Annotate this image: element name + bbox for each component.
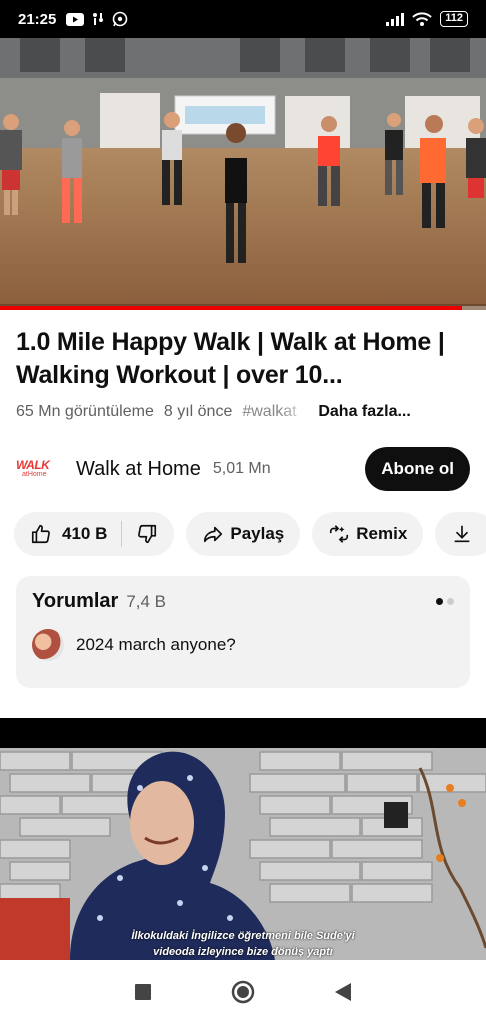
video-progress-fill: [0, 306, 462, 310]
wifi-icon: [412, 12, 432, 26]
view-count: 65 Mn görüntüleme: [16, 403, 154, 420]
next-video-thumbnail: [0, 718, 486, 960]
subscriber-count: 5,01 Mn: [212, 460, 271, 477]
like-button[interactable]: 410 B: [30, 521, 123, 547]
thumbs-down-icon: [136, 523, 158, 545]
channel-avatar[interactable]: WALK atHome: [16, 454, 60, 484]
next-video-preview[interactable]: İlkokuldaki İngilizce öğretmeni bile Sud…: [0, 718, 486, 960]
subscribe-button[interactable]: Abone ol: [365, 447, 470, 491]
more-description-link[interactable]: Daha fazla...: [318, 403, 410, 421]
system-navigation-bar: [0, 960, 486, 1024]
share-label: Paylaş: [230, 524, 285, 543]
carousel-dot-inactive: [447, 598, 454, 605]
battery-indicator: 112: [440, 11, 468, 27]
top-comment-text: 2024 march anyone?: [76, 635, 236, 654]
home-button[interactable]: [193, 960, 293, 1024]
next-video-caption: İlkokuldaki İngilizce öğretmeni bile Sud…: [118, 928, 368, 960]
comments-title: Yorumlar: [32, 590, 119, 612]
like-dislike-chip: 410 B: [14, 512, 175, 556]
share-button[interactable]: Paylaş: [186, 512, 301, 556]
youtube-notification-icon: [66, 12, 85, 26]
whatsapp-notification-icon: [113, 11, 128, 27]
channel-logo-subtext: atHome: [22, 471, 47, 478]
commenter-avatar: [32, 629, 64, 661]
status-bar: 21:25 112: [0, 0, 486, 38]
carousel-dot-active: [436, 598, 443, 605]
back-button[interactable]: [293, 960, 393, 1024]
activity-notification-icon: [93, 13, 104, 25]
caption-line-1: İlkokuldaki İngilizce öğretmeni bile Sud…: [131, 930, 355, 942]
comments-count: 7,4 B: [126, 592, 167, 611]
caption-line-2: videoda izleyince bize dönüş yaptı: [153, 946, 333, 958]
video-player[interactable]: [0, 38, 486, 310]
status-time: 21:25: [18, 10, 57, 28]
action-bar: 410 B Paylaş Remix: [14, 512, 486, 556]
video-title[interactable]: 1.0 Mile Happy Walk | Walk at Home | Wal…: [16, 326, 472, 392]
recents-square-icon: [135, 984, 151, 1000]
video-meta[interactable]: 65 Mn görüntüleme 8 yıl önce #walkat Dah…: [16, 403, 476, 421]
remix-icon: [328, 523, 350, 545]
hashtag[interactable]: #walkat: [242, 403, 308, 421]
video-progress-bar[interactable]: [0, 306, 486, 310]
back-triangle-icon: [335, 983, 351, 1001]
channel-name[interactable]: Walk at Home: [76, 458, 201, 481]
share-arrow-icon: [202, 523, 224, 545]
thumbs-up-icon: [30, 523, 52, 545]
upload-age: 8 yıl önce: [163, 403, 233, 420]
signal-icon: [386, 12, 405, 26]
comments-section[interactable]: Yorumlar 7,4 B 2024 march anyone?: [16, 576, 470, 688]
channel-logo-text: WALK: [16, 458, 50, 472]
download-button[interactable]: [435, 512, 486, 556]
remix-label: Remix: [356, 524, 408, 543]
remix-button[interactable]: Remix: [312, 512, 424, 556]
video-frame: [0, 38, 486, 310]
download-icon: [451, 523, 473, 545]
carousel-dots: [436, 598, 454, 605]
dislike-button[interactable]: [122, 523, 158, 545]
like-count: 410 B: [62, 524, 108, 543]
top-comment[interactable]: 2024 march anyone?: [32, 629, 454, 661]
channel-row: WALK atHome Walk at Home 5,01 Mn Abone o…: [16, 446, 470, 492]
recents-button[interactable]: [93, 960, 193, 1024]
home-circle-icon: [231, 980, 255, 1004]
